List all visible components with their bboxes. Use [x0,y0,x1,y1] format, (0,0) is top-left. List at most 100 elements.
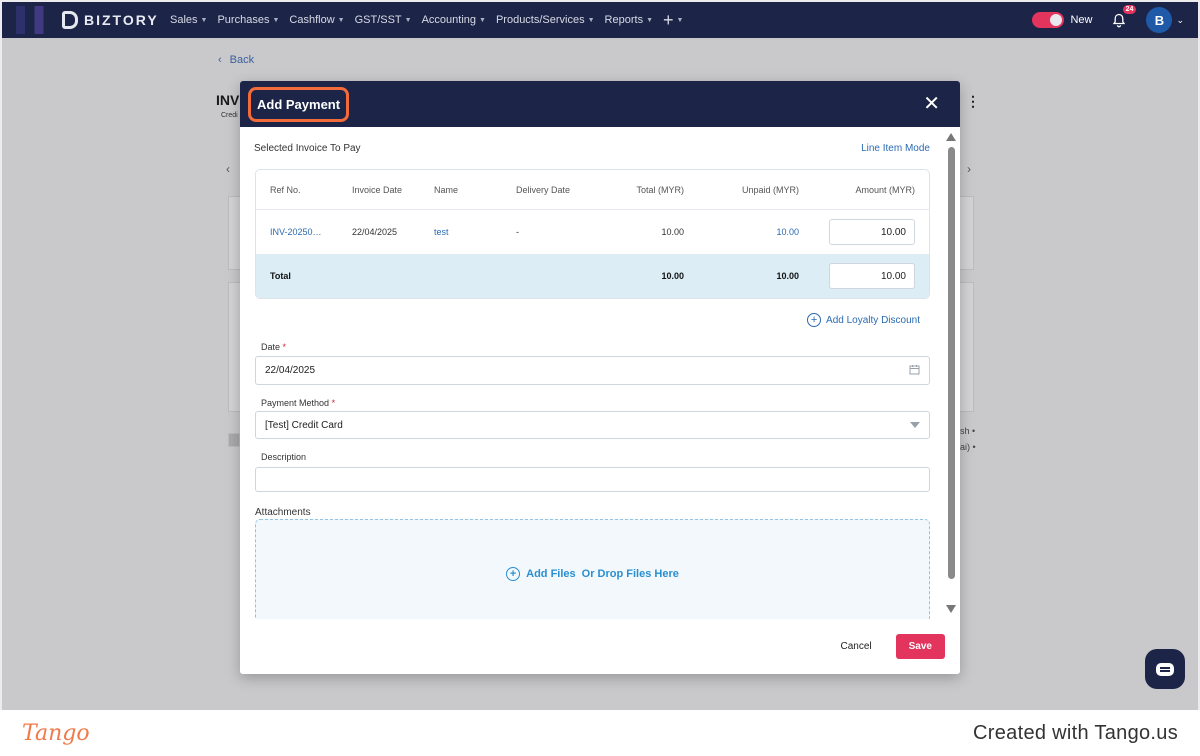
invoice-title-fragment: INV [216,92,240,108]
date-value: 22/04/2025 [265,365,316,376]
top-navigation-bar: BIZTORY Sales ▼ Purchases ▼ Cashflow ▼ GST/… [2,2,1198,38]
date-field[interactable]: 22/04/2025 [255,356,930,385]
total-sum-cell: 10.00 [661,271,684,281]
brand-logo[interactable]: BIZTORY [2,2,166,38]
nav-item-label: Cashflow [289,14,335,26]
modal-body: Selected Invoice To Pay Line Item Mode R… [240,127,960,619]
caret-down-icon: ▼ [646,16,654,24]
payment-method-value: [Test] Credit Card [265,419,343,431]
more-options-icon[interactable]: ⋮ [966,94,980,108]
save-button[interactable]: Save [895,634,945,659]
file-dropzone[interactable]: + Add Files Or Drop Files Here [255,519,930,619]
tango-credit: Created with Tango.us [973,721,1178,744]
date-label-text: Date [261,342,281,352]
background-table-right [958,282,974,412]
modal-title: Add Payment [248,86,350,122]
chat-support-button[interactable] [1145,649,1185,689]
add-loyalty-discount-button[interactable]: + Add Loyalty Discount [807,313,920,327]
chevron-left-icon: ‹ [218,54,222,66]
line-item-mode-link[interactable]: Line Item Mode [861,143,930,154]
caret-down-icon: ▼ [200,16,208,24]
column-header-delivery-date: Delivery Date [516,184,571,195]
total-label: Total [270,271,291,281]
nav-item-label: Sales [170,14,198,26]
description-input[interactable] [255,467,930,492]
nav-item-cashflow[interactable]: Cashflow ▼ [289,14,344,26]
nav-item-label: Products/Services [495,14,585,26]
chevron-left-icon[interactable]: ‹ [226,162,230,176]
close-icon[interactable]: ✕ [923,94,940,114]
invoice-subtitle-fragment: Credi [221,112,238,119]
unpaid-cell[interactable]: 10.00 [684,227,799,237]
notifications-button[interactable]: 24 [1110,5,1137,29]
description-label: Description [261,452,307,462]
scrollbar-thumb[interactable] [948,147,955,579]
amount-cell: 10.00 [799,219,929,245]
plus-circle-icon: + [506,567,521,581]
nav-item-purchases[interactable]: Purchases ▼ [217,14,279,26]
scroll-up-arrow-icon[interactable] [946,133,956,141]
payment-method-label: Payment Method * [261,398,335,408]
total-amount-input[interactable]: 10.00 [829,263,915,289]
column-header-unpaid: Unpaid (MYR) [741,184,799,195]
nav-item-products-services[interactable]: Products/Services ▼ [496,14,595,26]
nav-item-label: Purchases [217,14,270,26]
section-header: Selected Invoice To Pay Line Item Mode [254,143,930,154]
quick-add-menu[interactable]: + ▼ [663,11,683,29]
payment-method-select[interactable]: [Test] Credit Card [255,411,930,439]
back-label: Back [229,54,255,66]
nav-item-label: Reports [604,14,644,26]
nav-item-sales[interactable]: Sales ▼ [170,14,207,26]
table-row: INV-20250… 22/04/2025 test - 10.00 10.00… [256,210,929,254]
scroll-down-arrow-icon[interactable] [946,605,956,613]
chevron-down-icon: ⌄ [1176,14,1184,25]
attachments-label: Attachments [255,507,311,518]
tango-footer: Tango Created with Tango.us [0,710,1200,756]
chat-icon [1156,662,1174,676]
biztory-logo-icon [62,11,78,29]
main-menu: Sales ▼ Purchases ▼ Cashflow ▼ GST/SST ▼ Acc… [170,11,683,29]
required-marker: * [282,342,287,352]
modal-scrollbar[interactable] [946,127,956,619]
toggle-knob [1050,14,1063,26]
unpaid-sum-cell: 10.00 [776,271,799,281]
invoice-date-cell: 22/04/2025 [352,227,398,237]
invoice-table: Ref No. Invoice Date Name Delivery Date … [255,169,930,299]
column-header-total: Total (MYR) [636,184,684,195]
customer-name-link[interactable]: test [420,227,502,237]
delivery-date-cell: - [516,227,519,237]
caret-down-icon: ▼ [404,16,412,24]
new-ui-toggle[interactable]: New [1032,12,1092,28]
toggle-label: New [1070,14,1093,26]
nav-item-accounting[interactable]: Accounting ▼ [422,14,486,26]
add-payment-modal: Add Payment ✕ Selected Invoice To Pay Li… [240,81,960,674]
calendar-icon[interactable] [909,364,920,378]
invoice-ref-link[interactable]: INV-20250… [256,227,338,237]
nav-item-label: Accounting [421,14,477,26]
modal-header: Add Payment ✕ [240,81,960,127]
modal-footer: Cancel Save [240,619,960,674]
column-header-ref: Ref No. [270,184,301,195]
add-files-link[interactable]: Add Files [526,568,576,580]
section-title: Selected Invoice To Pay [254,143,361,154]
background-text-fragment: ai) • [960,442,976,452]
background-card-right [958,196,974,270]
avatar: B [1146,7,1173,33]
cancel-button[interactable]: Cancel [833,635,880,658]
plus-icon: + [663,10,674,30]
user-menu[interactable]: B ⌄ [1146,7,1184,33]
column-header-amount: Amount (MYR) [855,184,915,195]
background-button-fragment [228,433,240,447]
required-marker: * [331,398,336,408]
nav-item-gst-sst[interactable]: GST/SST ▼ [355,14,412,26]
notification-count-badge: 24 [1122,5,1137,14]
toggle-track [1032,12,1065,28]
back-link[interactable]: ‹ Back [218,54,254,66]
chevron-right-icon[interactable]: › [967,162,971,176]
nav-item-reports[interactable]: Reports ▼ [605,14,653,26]
column-header-invoice-date: Invoice Date [352,184,403,195]
loyalty-label: Add Loyalty Discount [826,314,920,326]
caret-down-icon: ▼ [272,16,280,24]
nav-right-controls: New 24 B ⌄ [1032,5,1198,33]
amount-input[interactable]: 10.00 [829,219,915,245]
